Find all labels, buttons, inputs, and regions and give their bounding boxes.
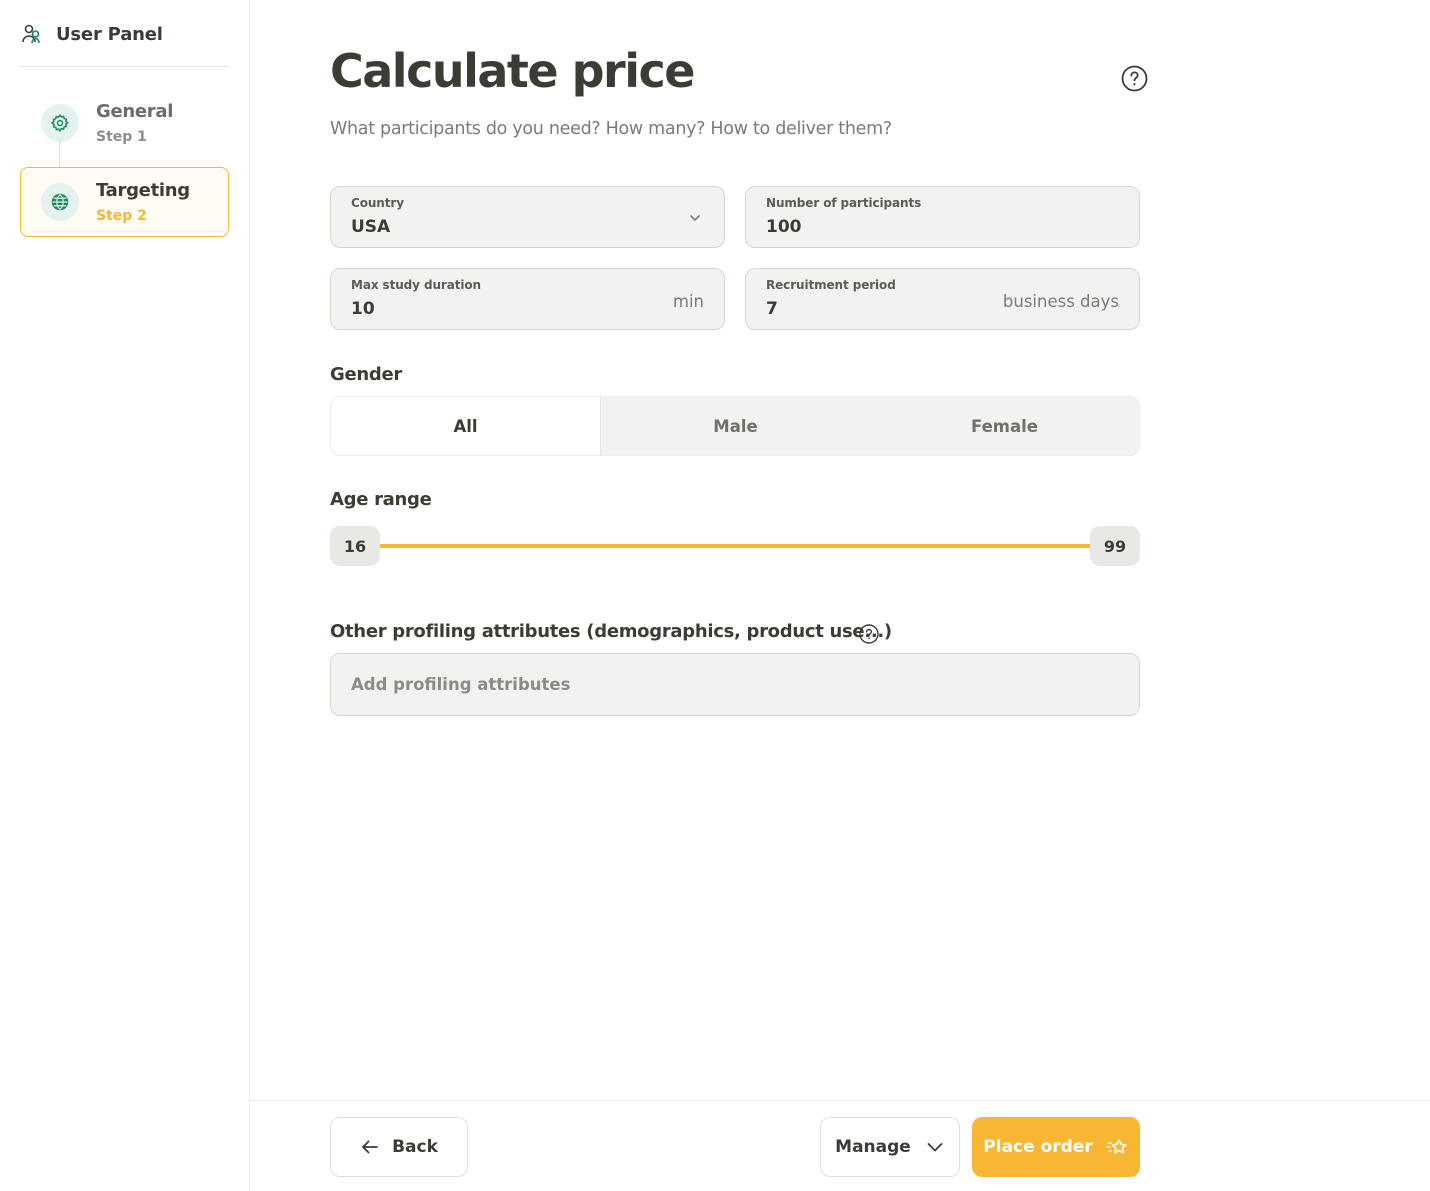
field-label: Country: [351, 196, 404, 210]
field-label: Max study duration: [351, 278, 481, 292]
arrow-left-icon: [362, 1140, 378, 1154]
country-select[interactable]: Country USA: [330, 186, 725, 248]
participants-input[interactable]: Number of participants 100: [745, 186, 1140, 248]
field-value: USA: [351, 217, 391, 237]
chevron-down-icon: [688, 210, 702, 224]
sidebar-header: User Panel: [20, 22, 229, 67]
back-label: Back: [392, 1137, 438, 1157]
sidebar-step-general[interactable]: General Step 1: [20, 88, 229, 158]
manage-label: Manage: [835, 1137, 911, 1157]
age-min-handle[interactable]: 16: [330, 526, 380, 566]
age-range-label: Age range: [330, 489, 432, 510]
field-label: Number of participants: [766, 196, 922, 210]
age-slider-track[interactable]: [378, 544, 1092, 548]
footer-bar: Back Manage Place order: [250, 1100, 1430, 1191]
manage-button[interactable]: Manage: [820, 1117, 960, 1177]
gender-option-female[interactable]: Female: [870, 397, 1139, 455]
recruitment-input[interactable]: Recruitment period 7 business days: [745, 268, 1140, 330]
field-value: 10: [351, 299, 375, 319]
help-icon[interactable]: [1121, 65, 1148, 92]
sidebar: User Panel General Step 1 Targeting Step…: [0, 0, 250, 1191]
users-icon: [20, 22, 44, 46]
field-value: 7: [766, 299, 778, 319]
page-title: Calculate price: [330, 44, 695, 98]
sidebar-step-targeting[interactable]: Targeting Step 2: [20, 167, 229, 237]
step-sub: Step 1: [96, 129, 147, 145]
gender-option-male[interactable]: Male: [601, 397, 870, 455]
place-order-button[interactable]: Place order: [972, 1117, 1140, 1177]
profiling-label: Other profiling attributes (demographics…: [330, 621, 892, 642]
step-sub: Step 2: [96, 208, 147, 224]
step-name: Targeting: [96, 180, 190, 201]
field-label: Recruitment period: [766, 278, 896, 292]
step-connector: [59, 140, 60, 167]
gender-label: Gender: [330, 364, 402, 385]
gender-option-all[interactable]: All: [331, 397, 601, 455]
profiling-attributes-field[interactable]: [330, 653, 1140, 716]
field-unit: min: [672, 292, 704, 311]
gender-segmented-control: All Male Female: [330, 396, 1140, 456]
field-unit: business days: [1002, 292, 1119, 311]
chevron-down-icon: [927, 1143, 943, 1152]
globe-icon: [41, 183, 79, 221]
back-button[interactable]: Back: [330, 1117, 468, 1177]
duration-input[interactable]: Max study duration 10 min: [330, 268, 725, 330]
profiling-attributes-input[interactable]: [331, 654, 1139, 715]
page-subtitle: What participants do you need? How many?…: [330, 119, 892, 139]
step-name: General: [96, 101, 174, 122]
main-content: Calculate price What participants do you…: [250, 0, 1430, 1100]
sidebar-title: User Panel: [56, 24, 163, 45]
place-order-label: Place order: [983, 1137, 1093, 1157]
field-value: 100: [766, 217, 802, 237]
settings-gear-icon: [41, 104, 79, 142]
help-icon[interactable]: [859, 624, 879, 644]
age-max-handle[interactable]: 99: [1090, 526, 1140, 566]
sparkle-star-icon: [1105, 1139, 1127, 1154]
